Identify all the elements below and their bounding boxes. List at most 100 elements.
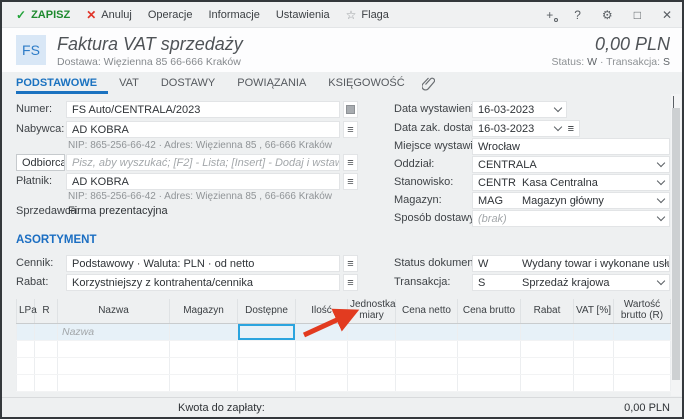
column-header-wartosc-brutto[interactable]: Wartość brutto (R) bbox=[614, 299, 671, 323]
table-cell[interactable] bbox=[17, 323, 35, 340]
odbiorca-list-button[interactable]: ≡ bbox=[343, 154, 358, 171]
column-header-rabat[interactable]: Rabat bbox=[521, 299, 574, 323]
table-cell[interactable] bbox=[17, 357, 35, 374]
numer-input[interactable]: FS Auto/CENTRALA/2023 bbox=[66, 101, 340, 118]
data-wystawienia-select[interactable]: 16-03-2023 bbox=[472, 101, 567, 118]
column-header-lpa[interactable]: LPa bbox=[17, 299, 35, 323]
table-cell[interactable] bbox=[458, 357, 521, 374]
scrollbar-thumb[interactable] bbox=[672, 108, 680, 380]
table-cell[interactable] bbox=[348, 357, 396, 374]
column-header-magazyn[interactable]: Magazyn bbox=[170, 299, 238, 323]
numer-scheme-button[interactable] bbox=[343, 101, 358, 118]
table-cell[interactable] bbox=[458, 374, 521, 391]
data-dostawy-select[interactable]: 16-03-2023 ≡ bbox=[472, 120, 580, 137]
table-cell[interactable] bbox=[521, 323, 574, 340]
table-cell[interactable] bbox=[458, 340, 521, 357]
table-cell[interactable] bbox=[521, 357, 574, 374]
platnik-input[interactable]: AD KOBRA bbox=[66, 173, 340, 190]
sprzedawca-value: Firma prezentacyjna bbox=[68, 205, 168, 217]
table-cell[interactable] bbox=[574, 374, 614, 391]
table-cell[interactable] bbox=[396, 374, 458, 391]
table-cell[interactable] bbox=[35, 357, 58, 374]
table-cell[interactable] bbox=[296, 374, 348, 391]
table-cell[interactable] bbox=[614, 374, 671, 391]
table-cell[interactable] bbox=[396, 323, 458, 340]
document-type-badge: FS bbox=[16, 35, 46, 65]
table-cell[interactable] bbox=[396, 340, 458, 357]
table-cell[interactable] bbox=[521, 340, 574, 357]
table-cell[interactable] bbox=[170, 374, 238, 391]
table-cell[interactable] bbox=[458, 323, 521, 340]
table-cell[interactable] bbox=[614, 340, 671, 357]
rabat-input[interactable]: Korzystniejszy z kontrahenta/cennika bbox=[66, 274, 340, 291]
nabywca-input[interactable]: AD KOBRA bbox=[66, 121, 340, 138]
cennik-list-button[interactable]: ≡ bbox=[343, 255, 358, 272]
cancel-button[interactable]: ✕ Anuluj bbox=[86, 8, 132, 22]
rabat-label: Rabat: bbox=[16, 274, 48, 291]
tab-dostawy[interactable]: DOSTAWY bbox=[150, 72, 226, 94]
table-cell[interactable] bbox=[521, 374, 574, 391]
new-window-button[interactable]: + bbox=[546, 8, 553, 22]
table-cell[interactable] bbox=[238, 357, 296, 374]
table-cell[interactable] bbox=[17, 340, 35, 357]
attachments-button[interactable] bbox=[416, 72, 441, 94]
maximize-button[interactable]: □ bbox=[634, 8, 641, 22]
settings-gear-button[interactable]: ⚙ bbox=[602, 8, 613, 22]
magazyn-select[interactable]: MAGMagazyn główny bbox=[472, 192, 670, 209]
table-cell[interactable] bbox=[238, 374, 296, 391]
table-cell[interactable] bbox=[58, 374, 170, 391]
tab-ksiegowosc[interactable]: KSIĘGOWOŚĆ bbox=[317, 72, 415, 94]
sposob-dostawy-select[interactable]: (brak) bbox=[472, 210, 670, 227]
column-header-r[interactable]: R bbox=[35, 299, 58, 323]
table-cell[interactable] bbox=[17, 374, 35, 391]
column-header-cena-brutto[interactable]: Cena brutto bbox=[458, 299, 521, 323]
table-cell[interactable] bbox=[574, 323, 614, 340]
status-dokumentu-select[interactable]: WWydany towar i wykonane usługi ≡ bbox=[472, 255, 670, 272]
miejsce-input[interactable]: Wrocław bbox=[472, 138, 670, 155]
close-button[interactable]: ✕ bbox=[662, 8, 672, 22]
odbiorca-input[interactable]: Pisz, aby wyszukać; [F2] - Lista; [Inser… bbox=[66, 154, 340, 171]
help-button[interactable]: ? bbox=[574, 8, 581, 22]
table-cell[interactable] bbox=[35, 323, 58, 340]
table-cell[interactable] bbox=[170, 357, 238, 374]
table-cell[interactable] bbox=[574, 340, 614, 357]
stanowisko-select[interactable]: CENTRKasa Centralna bbox=[472, 174, 670, 191]
tab-vat[interactable]: VAT bbox=[108, 72, 150, 94]
table-cell[interactable] bbox=[170, 340, 238, 357]
table-cell[interactable] bbox=[238, 340, 296, 357]
flag-button[interactable]: ☆ Flaga bbox=[346, 8, 389, 22]
table-cell[interactable] bbox=[170, 323, 238, 340]
column-header-dostepne[interactable]: Dostępne bbox=[238, 299, 296, 323]
odbiorca-label-dropdown[interactable]: Odbiorca: bbox=[16, 154, 65, 171]
rabat-list-button[interactable]: ≡ bbox=[343, 274, 358, 291]
nabywca-list-button[interactable]: ≡ bbox=[343, 121, 358, 138]
table-cell[interactable] bbox=[614, 357, 671, 374]
kwota-value: 0,00 PLN bbox=[624, 402, 670, 414]
cennik-input[interactable]: Podstawowy · Waluta: PLN · od netto bbox=[66, 255, 340, 272]
scroll-up-button[interactable] bbox=[673, 96, 674, 108]
transakcja-select[interactable]: SSprzedaż krajowa bbox=[472, 274, 670, 291]
table-cell[interactable] bbox=[348, 374, 396, 391]
table-cell[interactable] bbox=[58, 357, 170, 374]
tab-podstawowe[interactable]: PODSTAWOWE bbox=[16, 72, 108, 94]
table-cell[interactable] bbox=[296, 357, 348, 374]
table-cell-nazwa[interactable]: Nazwa bbox=[58, 323, 170, 340]
column-header-cena-netto[interactable]: Cena netto bbox=[396, 299, 458, 323]
menu-operacje[interactable]: Operacje bbox=[148, 9, 193, 21]
table-cell[interactable] bbox=[574, 357, 614, 374]
column-header-nazwa[interactable]: Nazwa bbox=[58, 299, 170, 323]
save-button[interactable]: ✓ ZAPISZ bbox=[16, 8, 70, 22]
column-header-vat[interactable]: VAT [%] bbox=[574, 299, 614, 323]
oddzial-select[interactable]: CENTRALA bbox=[472, 156, 670, 173]
table-cell[interactable] bbox=[35, 340, 58, 357]
tab-powiazania[interactable]: POWIĄZANIA bbox=[226, 72, 317, 94]
platnik-list-button[interactable]: ≡ bbox=[343, 173, 358, 190]
table-cell[interactable] bbox=[396, 357, 458, 374]
table-cell[interactable] bbox=[614, 323, 671, 340]
table-cell-selected[interactable] bbox=[238, 323, 296, 340]
table-cell[interactable] bbox=[35, 374, 58, 391]
menu-informacje[interactable]: Informacje bbox=[208, 9, 259, 21]
table-cell[interactable] bbox=[58, 340, 170, 357]
menu-ustawienia[interactable]: Ustawienia bbox=[276, 9, 330, 21]
vertical-scrollbar[interactable] bbox=[671, 94, 681, 396]
